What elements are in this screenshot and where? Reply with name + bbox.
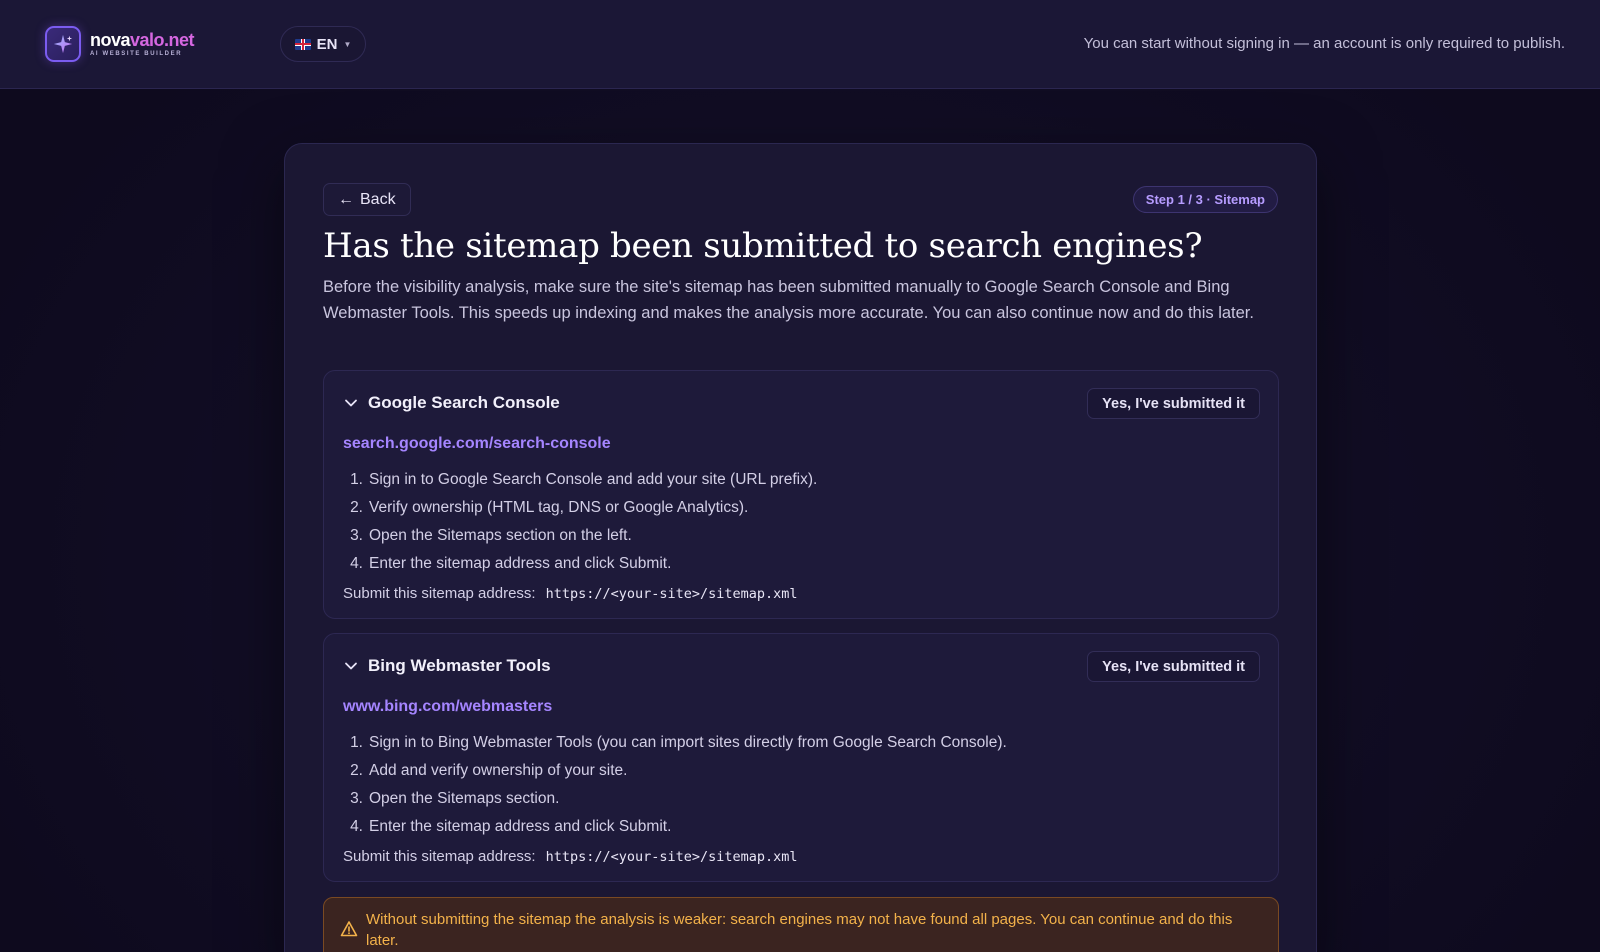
logo-tagline: AI WEBSITE BUILDER bbox=[90, 51, 183, 57]
panel-toggle-bing[interactable]: Bing Webmaster Tools bbox=[344, 656, 551, 676]
logo[interactable]: novavalo.net AI WEBSITE BUILDER bbox=[45, 26, 195, 62]
warning-banner: Without submitting the sitemap the analy… bbox=[323, 897, 1279, 952]
caret-down-icon: ▼ bbox=[343, 39, 352, 49]
language-selector[interactable]: EN ▼ bbox=[280, 26, 366, 62]
bing-submitted-button[interactable]: Yes, I've submitted it bbox=[1087, 651, 1260, 682]
google-search-console-panel: Google Search Console Yes, I've submitte… bbox=[323, 370, 1279, 619]
sitemap-address-row: Submit this sitemap address: https://<yo… bbox=[343, 585, 798, 602]
back-button[interactable]: ← Back bbox=[323, 183, 411, 216]
uk-flag-icon bbox=[294, 38, 311, 50]
list-item: 1. Sign in to Google Search Console and a… bbox=[350, 471, 818, 488]
intro-text: Before the visibility analysis, make sur… bbox=[323, 278, 1254, 322]
chevron-down-icon bbox=[345, 662, 357, 670]
page-title: Has the sitemap been submitted to search… bbox=[323, 226, 1203, 266]
arrow-left-icon: ← bbox=[338, 190, 354, 208]
sitemap-address-row: Submit this sitemap address: https://<yo… bbox=[343, 848, 798, 865]
signin-note: You can start without signing in — an ac… bbox=[1083, 35, 1565, 52]
list-item: 4. Enter the sitemap address and click Su… bbox=[350, 555, 672, 572]
google-submitted-button[interactable]: Yes, I've submitted it bbox=[1087, 388, 1260, 419]
warning-text: Without submitting the sitemap the analy… bbox=[366, 911, 1233, 949]
google-steps-list: 1. Sign in to Google Search Console and a… bbox=[350, 466, 1245, 578]
sitemap-address[interactable]: https://<your-site>/sitemap.xml bbox=[546, 586, 798, 602]
logo-wordmark: novavalo.net bbox=[90, 30, 195, 50]
bing-webmasters-link[interactable]: www.bing.com/webmasters bbox=[343, 698, 552, 716]
sitemap-step-card: ← Back Step 1 / 3 · Sitemap Has the site… bbox=[284, 143, 1317, 952]
panel-title: Google Search Console bbox=[368, 393, 560, 412]
list-item: 2. Verify ownership (HTML tag, DNS or Goo… bbox=[350, 499, 749, 516]
list-item: 3. Open the Sitemaps section on the left. bbox=[350, 527, 632, 544]
bing-webmaster-tools-panel: Bing Webmaster Tools Yes, I've submitted… bbox=[323, 633, 1279, 882]
top-header: novavalo.net AI WEBSITE BUILDER EN ▼ You… bbox=[0, 0, 1600, 89]
address-label: Submit this sitemap address: bbox=[343, 585, 536, 602]
list-item: 2. Add and verify ownership of your site. bbox=[350, 762, 628, 779]
google-console-link[interactable]: search.google.com/search-console bbox=[343, 435, 611, 453]
language-label: EN bbox=[316, 35, 338, 53]
panel-title: Bing Webmaster Tools bbox=[368, 656, 551, 675]
back-label: Back bbox=[360, 190, 396, 208]
step-badge: Step 1 / 3 · Sitemap bbox=[1132, 186, 1278, 213]
sparkle-logo-icon bbox=[45, 26, 81, 62]
panel-toggle-google[interactable]: Google Search Console bbox=[344, 393, 560, 413]
address-label: Submit this sitemap address: bbox=[343, 848, 536, 865]
warning-triangle-icon bbox=[340, 921, 358, 937]
list-item: 4. Enter the sitemap address and click Su… bbox=[350, 818, 672, 835]
list-item: 1. Sign in to Bing Webmaster Tools (you c… bbox=[350, 734, 1007, 751]
bing-steps-list: 1. Sign in to Bing Webmaster Tools (you c… bbox=[350, 729, 1245, 841]
sitemap-address[interactable]: https://<your-site>/sitemap.xml bbox=[546, 849, 798, 865]
chevron-down-icon bbox=[345, 399, 357, 407]
list-item: 3. Open the Sitemaps section. bbox=[350, 790, 560, 807]
